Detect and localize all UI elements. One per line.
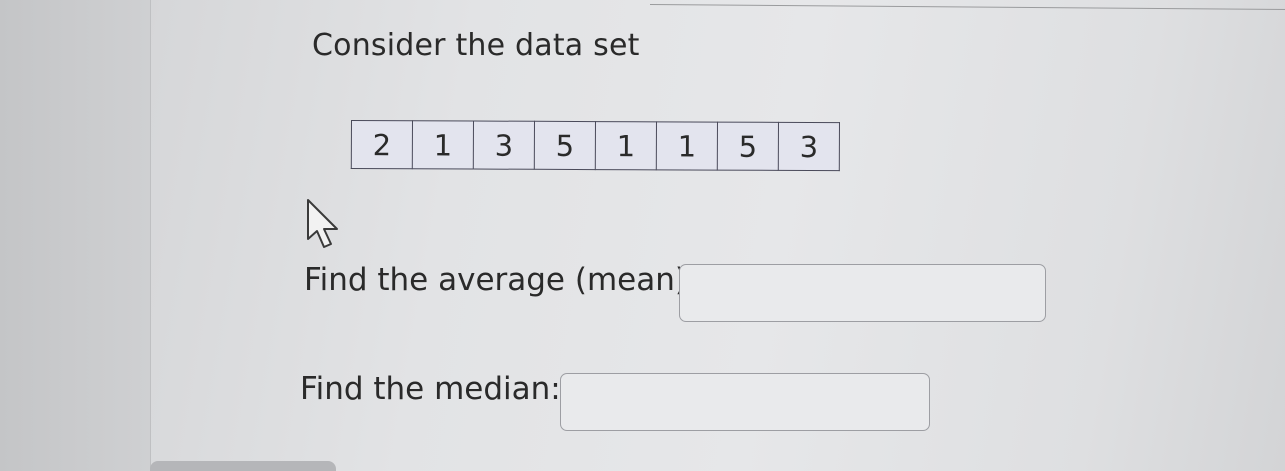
left-sidebar <box>0 0 151 471</box>
data-cell: 1 <box>412 120 474 170</box>
median-label: Find the median: <box>300 371 561 407</box>
mean-label: Find the average (mean): <box>304 262 698 298</box>
data-cell: 5 <box>717 122 779 171</box>
data-cell: 3 <box>473 121 535 170</box>
data-cell: 1 <box>595 121 657 170</box>
median-input[interactable] <box>560 373 930 431</box>
submit-button-partial[interactable] <box>150 461 336 471</box>
data-cell: 3 <box>778 122 840 171</box>
mean-input[interactable] <box>679 264 1046 322</box>
data-set-table: 2 1 3 5 1 1 5 3 <box>350 120 840 172</box>
data-cell: 2 <box>351 120 413 169</box>
data-cell: 5 <box>534 121 596 170</box>
mouse-pointer-icon <box>307 199 338 248</box>
data-set-row: 2 1 3 5 1 1 5 3 <box>351 120 840 171</box>
data-cell: 1 <box>656 121 718 171</box>
question-prompt: Consider the data set <box>312 28 640 63</box>
